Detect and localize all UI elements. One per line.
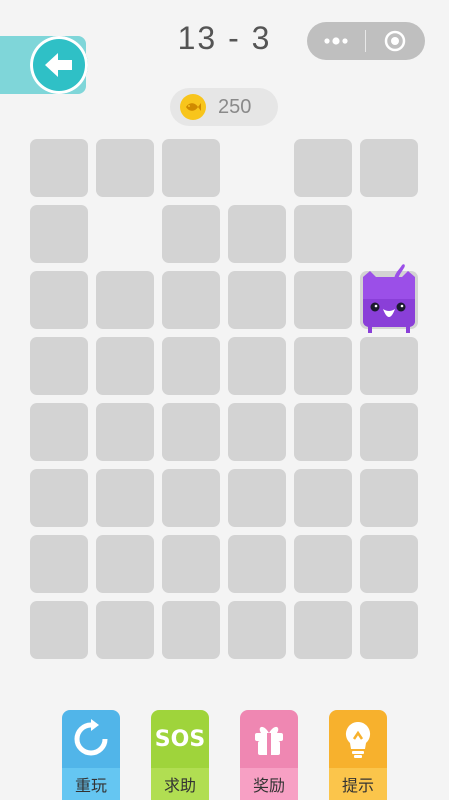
board-tile[interactable] [30, 205, 88, 263]
board-tile[interactable] [30, 469, 88, 527]
fish-coin-icon [180, 94, 206, 120]
target-circle-icon [384, 30, 406, 52]
board-tile[interactable] [30, 271, 88, 329]
board-tile[interactable] [228, 337, 286, 395]
board-tile[interactable] [30, 403, 88, 461]
hint-button[interactable]: 提示 [329, 710, 387, 800]
reward-button[interactable]: 奖励 [240, 710, 298, 800]
board-tile[interactable] [162, 205, 220, 263]
board-tile[interactable] [162, 403, 220, 461]
board-tile[interactable] [96, 469, 154, 527]
coin-value: 250 [218, 95, 252, 118]
board-tile[interactable] [294, 469, 352, 527]
board-tile[interactable] [360, 139, 418, 197]
board-tile[interactable] [162, 601, 220, 659]
board-tile[interactable] [294, 601, 352, 659]
board-tile[interactable] [30, 139, 88, 197]
more-button[interactable] [307, 22, 365, 60]
board-tile[interactable] [162, 271, 220, 329]
hint-label: 提示 [329, 768, 387, 800]
sos-icon: SOS [151, 710, 209, 768]
board-tile[interactable] [294, 205, 352, 263]
board-tile[interactable] [294, 271, 352, 329]
more-dots-icon [324, 37, 348, 45]
sos-help-label: 求助 [151, 768, 209, 800]
board-tile[interactable] [228, 469, 286, 527]
lightbulb-icon [329, 710, 387, 768]
board-tile[interactable] [162, 535, 220, 593]
board-tile[interactable] [228, 271, 286, 329]
mini-program-capsule [307, 22, 425, 60]
board-tile[interactable] [96, 403, 154, 461]
board-tile[interactable] [228, 601, 286, 659]
sos-help-button[interactable]: SOS 求助 [151, 710, 209, 800]
board-tile[interactable] [360, 337, 418, 395]
sos-badge: SOS [154, 726, 206, 752]
replay-label: 重玩 [62, 768, 120, 800]
close-button[interactable] [366, 22, 424, 60]
board-tile[interactable] [30, 535, 88, 593]
board-tile[interactable] [294, 403, 352, 461]
board-tile[interactable] [162, 337, 220, 395]
replay-button[interactable]: 重玩 [62, 710, 120, 800]
board-tile[interactable] [294, 139, 352, 197]
board-tile[interactable] [228, 535, 286, 593]
board-tile[interactable] [228, 205, 286, 263]
board-tile[interactable] [96, 139, 154, 197]
board-tile[interactable] [162, 139, 220, 197]
board-tile[interactable] [162, 469, 220, 527]
board-tile[interactable] [30, 337, 88, 395]
coin-counter: 250 [170, 88, 278, 126]
board-tile[interactable] [96, 271, 154, 329]
board-tile[interactable] [294, 535, 352, 593]
board-tile[interactable] [360, 601, 418, 659]
gift-icon [240, 710, 298, 768]
replay-icon [62, 710, 120, 768]
board-tile[interactable] [294, 337, 352, 395]
board-tile[interactable] [228, 403, 286, 461]
reward-label: 奖励 [240, 768, 298, 800]
board-tile[interactable] [30, 601, 88, 659]
board-tile[interactable] [96, 601, 154, 659]
cat-character[interactable] [360, 263, 418, 333]
board-tile[interactable] [96, 535, 154, 593]
board-tile[interactable] [360, 535, 418, 593]
board-tile[interactable] [96, 337, 154, 395]
board-tile[interactable] [360, 469, 418, 527]
board-tile[interactable] [360, 403, 418, 461]
